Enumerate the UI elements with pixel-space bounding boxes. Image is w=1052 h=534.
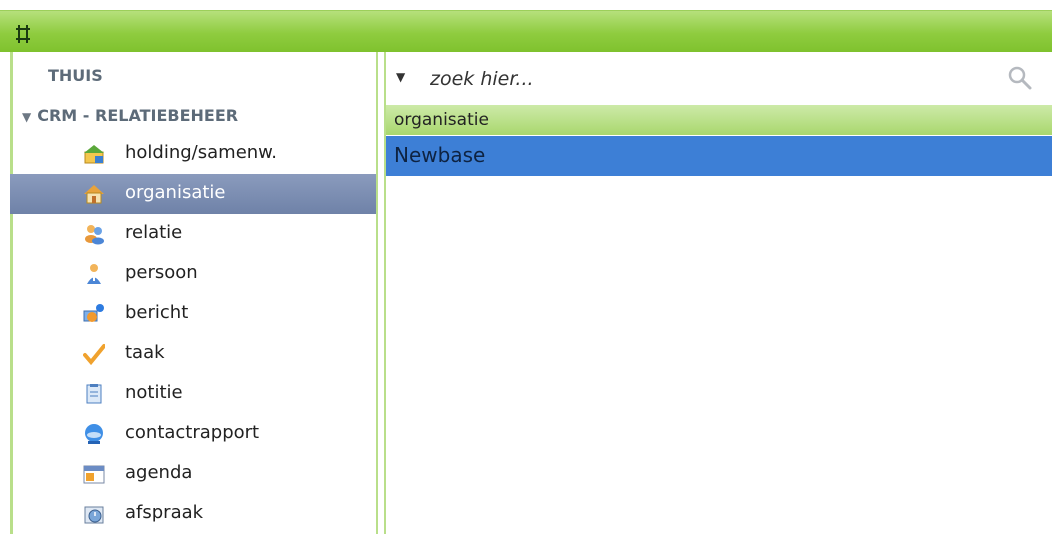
sidebar-item-label: taak bbox=[125, 342, 165, 363]
sidebar-item-afspraak[interactable]: afspraak bbox=[10, 494, 376, 534]
message-icon bbox=[83, 304, 104, 322]
people-icon bbox=[85, 225, 104, 245]
sidebar-item-label: contactrapport bbox=[125, 422, 260, 443]
sidebar-item-notitie[interactable]: notitie bbox=[10, 374, 376, 414]
note-icon bbox=[86, 384, 102, 404]
top-toolbar bbox=[0, 10, 1052, 52]
sidebar-item-contactrapport[interactable]: contactrapport bbox=[10, 414, 376, 454]
sidebar-item-label: persoon bbox=[125, 262, 198, 283]
row-label: Newbase bbox=[394, 143, 486, 167]
calendar-icon bbox=[83, 465, 105, 484]
holding-house-icon bbox=[84, 145, 104, 164]
checkmark-icon bbox=[83, 344, 105, 365]
column-header-label: organisatie bbox=[394, 110, 489, 130]
sidebar-item-label: organisatie bbox=[125, 182, 226, 203]
collapse-triangle-icon[interactable]: ▼ bbox=[22, 110, 31, 124]
person-icon bbox=[87, 264, 101, 284]
column-header-organisatie[interactable]: organisatie bbox=[386, 105, 1052, 135]
sidebar-section-crm[interactable]: ▼ CRM - RELATIEBEHEER bbox=[22, 106, 238, 125]
sidebar-section-home[interactable]: THUIS bbox=[48, 66, 103, 85]
sidebar-item-taak[interactable]: taak bbox=[10, 334, 376, 374]
sidebar-item-label: afspraak bbox=[125, 502, 204, 523]
sidebar-item-agenda[interactable]: agenda bbox=[10, 454, 376, 494]
sidebar-item-organisatie[interactable]: organisatie bbox=[10, 174, 376, 214]
sidebar-item-label: agenda bbox=[125, 462, 193, 483]
table-row[interactable]: Newbase bbox=[386, 136, 1052, 176]
contact-report-icon bbox=[85, 424, 103, 444]
search-bar: ▼ bbox=[386, 60, 1052, 100]
main-panel: ▼ organisatie Newbase bbox=[386, 52, 1052, 534]
sidebar-item-label: holding/samenw. bbox=[125, 142, 277, 163]
panel-splitter[interactable] bbox=[376, 52, 386, 534]
appointment-icon bbox=[84, 506, 104, 524]
house-icon bbox=[84, 185, 104, 204]
move-grip-icon[interactable] bbox=[12, 23, 34, 45]
sidebar-item-bericht[interactable]: bericht bbox=[10, 294, 376, 334]
search-input[interactable] bbox=[430, 64, 990, 94]
sidebar-item-relatie[interactable]: relatie bbox=[10, 214, 376, 254]
search-dropdown-icon[interactable]: ▼ bbox=[396, 70, 405, 84]
sidebar-item-persoon[interactable]: persoon bbox=[10, 254, 376, 294]
crm-section-label: CRM - RELATIEBEHEER bbox=[37, 106, 239, 125]
sidebar-item-label: bericht bbox=[125, 302, 189, 323]
sidebar-item-holding[interactable]: holding/samenw. bbox=[10, 134, 376, 174]
sidebar-item-label: relatie bbox=[125, 222, 183, 243]
search-icon[interactable] bbox=[1006, 64, 1034, 92]
sidebar-item-label: notitie bbox=[125, 382, 183, 403]
